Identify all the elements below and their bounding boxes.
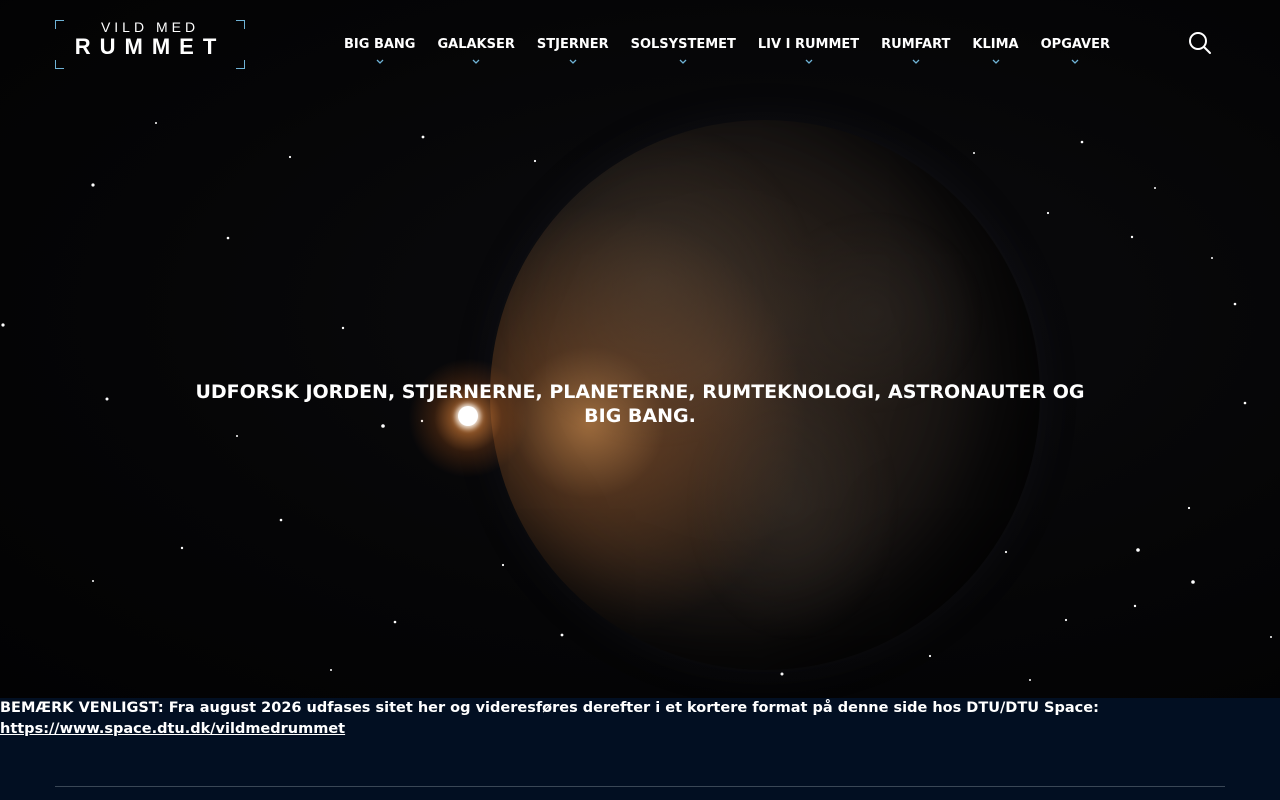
nav-item-rumfart[interactable]: RUMFART [870,36,961,76]
main-navigation: BIG BANG GALAKSER STJERNER SOLSYSTEMET L… [333,36,1121,76]
nav-item-label: OPGAVER [1040,37,1110,52]
nav-item-label: RUMFART [881,37,951,52]
nav-item-opgaver[interactable]: OPGAVER [1030,36,1121,76]
chevron-down-icon [376,59,384,64]
site-header: VILD MED RUMMET BIG BANG GALAKSER STJERN… [0,0,1280,90]
chevron-down-icon [912,59,920,64]
nav-item-big-bang[interactable]: BIG BANG [333,36,426,76]
notice-link[interactable]: https://www.space.dtu.dk/vildmedrummet [0,721,345,737]
site-logo[interactable]: VILD MED RUMMET [55,20,245,69]
search-button[interactable] [1187,30,1213,56]
notice-banner: BEMÆRK VENLIGST: Fra august 2026 udfases… [0,698,1280,800]
chevron-down-icon [472,59,480,64]
nav-item-label: BIG BANG [344,37,416,52]
nav-item-liv-i-rummet[interactable]: LIV I RUMMET [747,36,870,76]
chevron-down-icon [569,59,577,64]
hero-section [0,0,1280,698]
chevron-down-icon [679,59,687,64]
nav-item-label: SOLSYSTEMET [630,37,736,52]
nav-item-label: KLIMA [972,37,1019,52]
notice-text: BEMÆRK VENLIGST: Fra august 2026 udfases… [0,700,1099,716]
nav-item-klima[interactable]: KLIMA [961,36,1029,76]
search-icon [1189,32,1211,54]
nav-item-label: LIV I RUMMET [757,37,860,52]
chevron-down-icon [1071,59,1079,64]
nav-item-stjerner[interactable]: STJERNER [526,36,620,76]
nav-item-label: GALAKSER [437,37,515,52]
chevron-down-icon [992,59,999,64]
nav-item-label: STJERNER [536,37,609,52]
nav-item-galakser[interactable]: GALAKSER [426,36,525,76]
chevron-down-icon [805,59,812,64]
logo-line1: VILD MED [100,19,200,35]
divider [55,786,1225,787]
hero-title: UDFORSK JORDEN, STJERNERNE, PLANETERNE, … [195,381,1085,427]
nav-item-solsystemet[interactable]: SOLSYSTEMET [620,36,747,76]
logo-line2: RUMMET [74,34,226,59]
notice-text-block: BEMÆRK VENLIGST: Fra august 2026 udfases… [0,698,1100,740]
